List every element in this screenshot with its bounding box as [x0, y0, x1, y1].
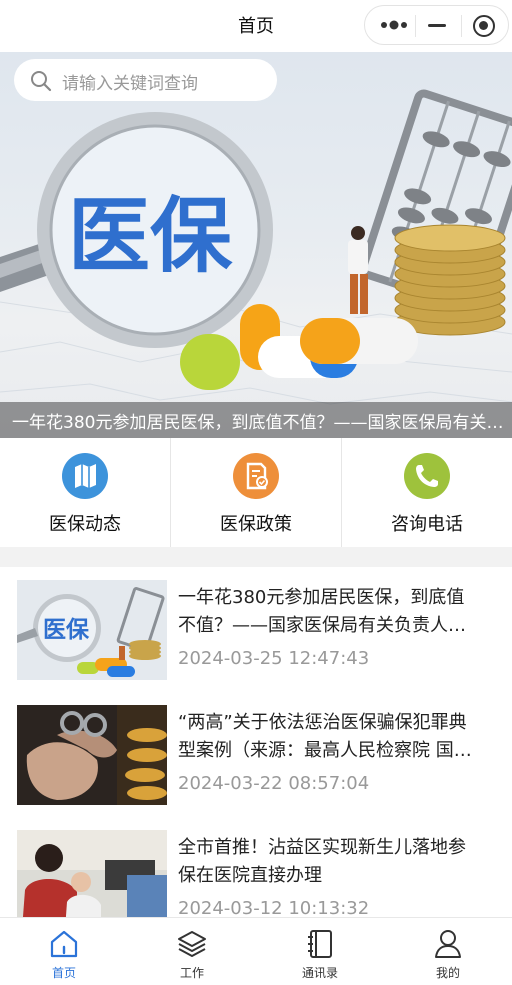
news-title: 全市首推！沾益区实现新生儿落地参保在医院直接办理 — [178, 837, 466, 886]
map-icon — [62, 453, 108, 499]
home-icon — [50, 930, 78, 958]
news-date: 2024-03-22 08:57:04 — [178, 773, 370, 794]
news-list: 医保 一年花380元参加居民医保，到底值不值？——国家医保局有关负责人回应 20… — [0, 567, 512, 917]
tab-label: 首页 — [51, 966, 76, 980]
news-item[interactable]: 医保 一年花380元参加居民医保，到底值不值？——国家医保局有关负责人回应 20… — [0, 567, 512, 692]
banner-caption-bar: 一年花380元参加居民医保，到底值不值？——国家医保局有关司负责人回应 — [0, 402, 512, 438]
more-icon[interactable] — [380, 18, 408, 32]
thumb-text: 医保 — [43, 616, 90, 643]
news-thumbnail — [17, 830, 167, 917]
minimize-icon[interactable] — [428, 24, 446, 27]
tab-label: 工作 — [179, 966, 204, 980]
quick-nav-label: 医保政策 — [220, 514, 292, 535]
navigation-bar: 首页 — [0, 0, 512, 52]
tab-bar: 首页 工作 通讯录 我的 — [0, 917, 512, 985]
close-target-icon[interactable] — [473, 15, 495, 37]
banner-caption[interactable]: 一年花380元参加居民医保，到底值不值？——国家医保局有关司负责人回应 — [12, 408, 504, 433]
news-title: 一年花380元参加居民医保，到底值不值？——国家医保局有关负责人回应 — [178, 587, 466, 636]
capsule-divider — [415, 15, 416, 37]
search-bar[interactable]: 请输入关键词查询 — [14, 59, 277, 101]
user-icon — [435, 930, 461, 958]
news-item[interactable]: 全市首推！沾益区实现新生儿落地参保在医院直接办理 2024-03-12 10:1… — [0, 817, 512, 917]
quick-nav-label: 医保动态 — [49, 514, 121, 535]
tab-mine[interactable]: 我的 — [384, 918, 512, 985]
search-icon — [31, 71, 52, 92]
news-date: 2024-03-12 10:13:32 — [178, 898, 370, 917]
quick-nav-news[interactable]: 医保动态 — [0, 438, 170, 547]
tab-contacts[interactable]: 通讯录 — [256, 918, 384, 985]
quick-nav: 医保动态 医保政策 咨询电话 — [0, 438, 512, 547]
tab-work[interactable]: 工作 — [128, 918, 256, 985]
policy-document-icon — [233, 453, 279, 499]
news-title: “两高”关于依法惩治医保骗保犯罪典型案例（来源：最高人民检察院 国家医保局） — [178, 712, 472, 761]
phone-icon — [404, 453, 450, 499]
tab-home[interactable]: 首页 — [0, 918, 128, 985]
section-divider — [0, 547, 512, 567]
layers-icon — [178, 931, 206, 957]
banner-magnified-text: 医保 — [68, 189, 233, 284]
tab-label: 我的 — [435, 966, 460, 980]
quick-nav-label: 咨询电话 — [391, 514, 463, 535]
news-thumbnail: 医保 — [17, 580, 167, 680]
tab-label: 通讯录 — [301, 966, 338, 980]
search-placeholder: 请输入关键词查询 — [62, 74, 198, 94]
contacts-book-icon — [308, 930, 332, 958]
news-date: 2024-03-25 12:47:43 — [178, 648, 370, 669]
quick-nav-policy[interactable]: 医保政策 — [170, 438, 341, 547]
capsule-divider — [461, 15, 462, 37]
quick-nav-hotline[interactable]: 咨询电话 — [341, 438, 512, 547]
banner-carousel[interactable]: 医保 请输入关键词查询 一年花380元参加居民医保，到底值不值？——国家医保局有… — [0, 52, 512, 438]
mini-program-capsule — [364, 5, 509, 45]
banner-image: 医保 — [0, 89, 512, 405]
news-thumbnail — [17, 705, 167, 805]
news-item[interactable]: “两高”关于依法惩治医保骗保犯罪典型案例（来源：最高人民检察院 国家医保局） 2… — [0, 692, 512, 817]
